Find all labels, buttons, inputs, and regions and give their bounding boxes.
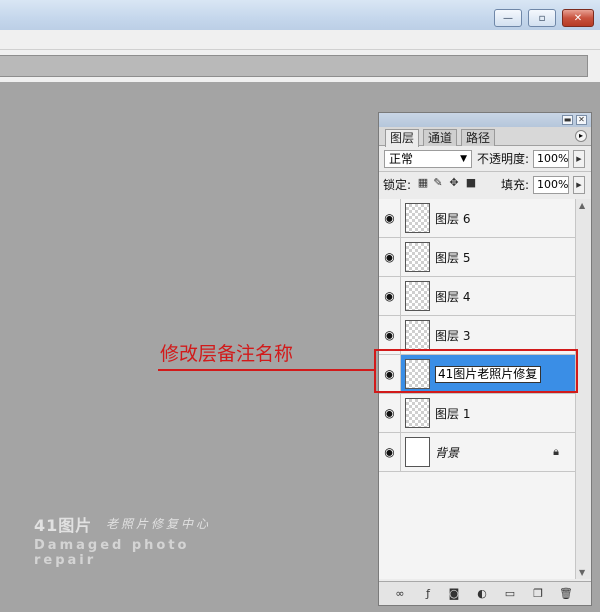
layer-thumbnail: [405, 437, 430, 467]
lock-row: 锁定: 100% 填充: ▶: [379, 173, 591, 197]
trash-icon[interactable]: 🗑︎: [559, 587, 573, 601]
panel-header: ▬ ✕: [379, 113, 591, 127]
panel-close-button[interactable]: ✕: [576, 115, 587, 125]
opacity-input[interactable]: 100%: [533, 150, 569, 168]
layer-thumbnail: [405, 281, 430, 311]
watermark: 41图片 老照片修复中心 Damaged photo repair: [30, 510, 246, 568]
eye-icon[interactable]: ◉: [379, 238, 401, 276]
lock-position-icon[interactable]: ✥: [448, 177, 460, 189]
adjustment-icon[interactable]: ◐: [475, 587, 489, 601]
lock-pixels-icon[interactable]: ✎: [432, 177, 444, 189]
eye-icon[interactable]: ◉: [379, 277, 401, 315]
fill-input[interactable]: 100%: [533, 176, 569, 194]
watermark-line2: Damaged photo repair: [34, 538, 190, 568]
annotation-highlight-box: [374, 349, 578, 393]
mask-icon[interactable]: ◙: [447, 587, 461, 601]
panel-collapse-button[interactable]: ▬: [562, 115, 573, 125]
layer-thumbnail: [405, 398, 430, 428]
watermark-line1: 41图片: [34, 516, 93, 535]
layer-thumbnail: [405, 320, 430, 350]
panel-tabs: 图层 通道 路径 ▸: [379, 127, 591, 147]
lock-all-icon[interactable]: ■: [465, 177, 477, 189]
divider: [379, 171, 591, 172]
restore-icon: ▫: [538, 12, 546, 24]
eye-icon[interactable]: ◉: [379, 433, 401, 471]
layer-row-background[interactable]: ◉ 背景 🔒︎: [379, 433, 575, 472]
chevron-down-icon: ▼: [460, 154, 467, 164]
layer-row[interactable]: ◉ 图层 1: [379, 394, 575, 433]
scroll-down-icon[interactable]: ▼: [579, 568, 585, 577]
fx-icon[interactable]: ƒ: [421, 587, 435, 601]
tab-layers[interactable]: 图层: [385, 129, 420, 147]
layer-name: 图层 5: [435, 251, 471, 265]
blend-mode-value: 正常: [389, 152, 414, 166]
window-titlebar: — ▫ ✕: [0, 0, 600, 30]
lock-transparency-icon[interactable]: ▦: [417, 177, 429, 189]
scroll-up-icon[interactable]: ▲: [579, 201, 585, 210]
layer-row[interactable]: ◉ 图层 6: [379, 199, 575, 238]
opacity-label: 不透明度:: [477, 152, 530, 166]
panel-menu-button[interactable]: ▸: [575, 130, 587, 142]
minimize-button[interactable]: —: [494, 9, 522, 27]
layer-row[interactable]: ◉ 图层 4: [379, 277, 575, 316]
link-icon[interactable]: ∞: [393, 587, 407, 601]
annotation-label: 修改层备注名称: [160, 343, 294, 365]
restore-button[interactable]: ▫: [528, 9, 556, 27]
panel-bottom-bar: ∞ ƒ ◙ ◐ ▭ ❐ 🗑︎: [379, 581, 591, 605]
annotation-line: [158, 369, 374, 371]
layer-name: 图层 1: [435, 407, 471, 421]
blend-mode-select[interactable]: 正常 ▼: [384, 150, 472, 168]
tab-paths[interactable]: 路径: [461, 129, 496, 146]
fill-slider-button[interactable]: ▶: [573, 176, 585, 194]
layer-row[interactable]: ◉ 图层 5: [379, 238, 575, 277]
layer-name: 图层 3: [435, 329, 471, 343]
new-layer-icon[interactable]: ❐: [531, 587, 545, 601]
watermark-line1b: 老照片修复中心: [106, 517, 212, 531]
lock-icon: 🔒︎: [553, 445, 559, 458]
fill-label: 填充:: [501, 178, 530, 192]
minimize-icon: —: [503, 12, 513, 24]
layer-name: 图层 6: [435, 212, 471, 226]
lock-label: 锁定:: [383, 178, 412, 192]
opacity-slider-button[interactable]: ▶: [573, 150, 585, 168]
close-icon: ✕: [573, 12, 583, 24]
layer-name: 图层 4: [435, 290, 471, 304]
close-button[interactable]: ✕: [562, 9, 594, 27]
blend-row: 正常 ▼ 不透明度: 100% ▶: [379, 147, 591, 171]
eye-icon[interactable]: ◉: [379, 199, 401, 237]
layer-thumbnail: [405, 203, 430, 233]
tool-options-bar: [0, 55, 588, 77]
tab-channels[interactable]: 通道: [423, 129, 458, 146]
eye-icon[interactable]: ◉: [379, 394, 401, 432]
menu-bar: [0, 30, 600, 50]
group-icon[interactable]: ▭: [503, 587, 517, 601]
layer-thumbnail: [405, 242, 430, 272]
layer-name: 背景: [435, 446, 460, 460]
